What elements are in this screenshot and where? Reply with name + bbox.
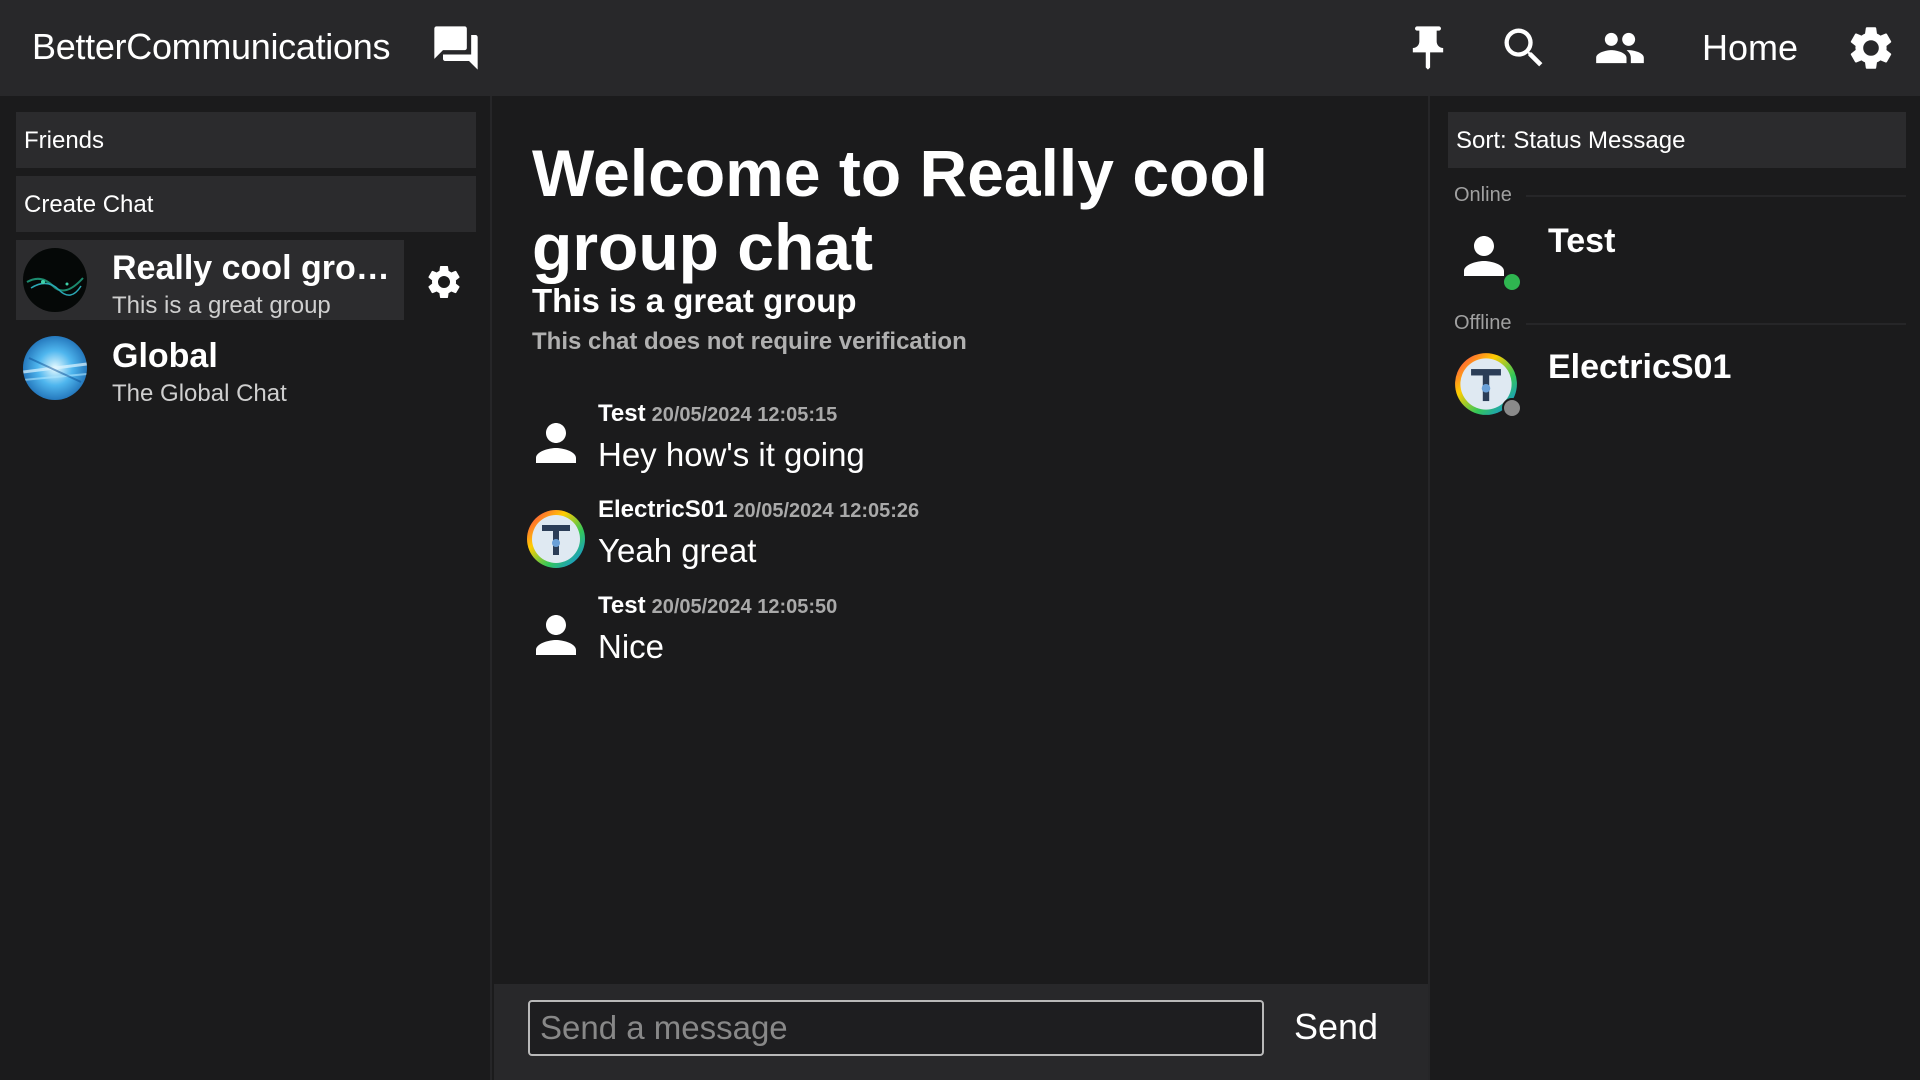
chat-name: Global [112, 337, 218, 375]
chat-settings-gear-icon[interactable] [424, 262, 464, 302]
message-author[interactable]: ElectricS01 [598, 496, 727, 523]
chat-bubbles-icon[interactable] [430, 22, 482, 74]
default-user-avatar-icon[interactable] [526, 605, 586, 665]
message-input[interactable] [528, 1000, 1264, 1056]
message-author[interactable]: Test [598, 400, 646, 427]
message: ElectricS01 20/05/2024 12:05:26 Yeah grea… [526, 496, 1386, 586]
chat-description: This is a great group [112, 292, 331, 319]
online-section-label: Online [1454, 184, 1512, 206]
member-item[interactable]: Test [1454, 220, 1904, 300]
chat-list-item-really-cool-group[interactable]: Really cool group chat This is a great g… [16, 240, 404, 320]
pin-icon[interactable] [1402, 22, 1454, 74]
electric-user-avatar[interactable] [526, 509, 586, 569]
chat-list-item-global[interactable]: Global The Global Chat [16, 328, 404, 408]
member-name: ElectricS01 [1548, 348, 1732, 386]
global-avatar [23, 336, 87, 400]
offline-status-dot [1502, 398, 1522, 418]
message-author[interactable]: Test [598, 592, 646, 619]
chat-subtitle: This is a great group [532, 282, 857, 319]
offline-section-label: Offline [1454, 312, 1512, 334]
group-avatar [23, 248, 87, 312]
section-divider [1526, 323, 1906, 325]
verification-notice: This chat does not require verification [532, 328, 967, 355]
create-chat-button[interactable]: Create Chat [16, 176, 476, 232]
chat-list-sidebar: Friends Create Chat Really cool group ch… [0, 96, 492, 1080]
member-name: Test [1548, 222, 1616, 260]
search-icon[interactable] [1498, 22, 1550, 74]
gear-icon[interactable] [1845, 22, 1897, 74]
default-user-avatar-icon[interactable] [526, 413, 586, 473]
chat-main-panel: Welcome to Really cool group chat This i… [494, 96, 1428, 1080]
message-composer: Send [494, 984, 1428, 1080]
message-timestamp: 20/05/2024 12:05:26 [733, 500, 920, 522]
top-navigation-bar: BetterCommunications Home [0, 0, 1920, 96]
message: Test 20/05/2024 12:05:50 Nice [526, 592, 1386, 682]
home-link[interactable]: Home [1702, 27, 1798, 69]
message: Test 20/05/2024 12:05:15 Hey how's it goi… [526, 400, 1386, 490]
message-timestamp: 20/05/2024 12:05:50 [651, 596, 838, 618]
send-button[interactable]: Send [1294, 1006, 1378, 1048]
member-list-sidebar: Sort: Status Message Online Test Offline… [1428, 96, 1920, 1080]
chat-welcome-heading: Welcome to Really cool group chat [532, 136, 1268, 284]
chat-name: Really cool group chat [112, 249, 400, 287]
online-status-dot [1502, 272, 1522, 292]
people-icon[interactable] [1594, 22, 1646, 74]
message-timestamp: 20/05/2024 12:05:15 [651, 404, 838, 426]
chat-description: The Global Chat [112, 380, 287, 407]
sort-button[interactable]: Sort: Status Message [1448, 112, 1906, 168]
message-text: Yeah great [598, 532, 757, 569]
message-text: Nice [598, 628, 665, 665]
friends-button[interactable]: Friends [16, 112, 476, 168]
section-divider [1526, 195, 1906, 197]
app-title[interactable]: BetterCommunications [32, 26, 390, 68]
member-item[interactable]: ElectricS01 [1454, 346, 1904, 426]
message-text: Hey how's it going [598, 436, 865, 473]
